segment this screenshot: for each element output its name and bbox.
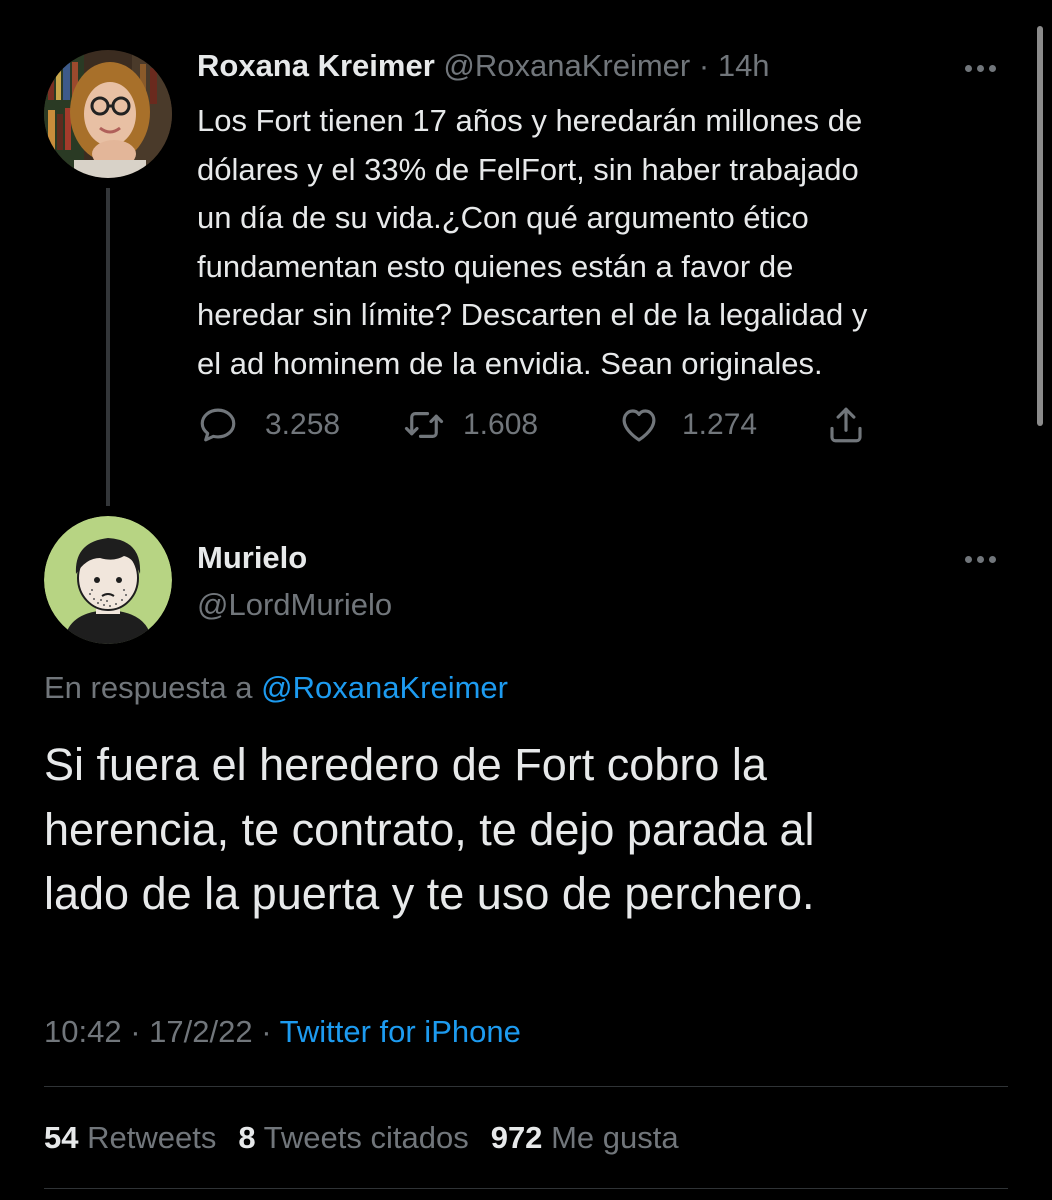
source-link[interactable]: Twitter for iPhone [280,1014,521,1049]
separator: · [698,48,710,83]
handle[interactable]: @RoxanaKreimer [443,48,690,83]
tweet-text-line: heredar sin límite? Descarten el de la l… [197,297,868,332]
tweet-metadata: 10:42 · 17/2/22 · Twitter for iPhone [44,1012,521,1052]
tweet-text-line: Los Fort tienen 17 años y heredarán mill… [197,103,863,138]
separator: · [261,1014,272,1049]
timestamp[interactable]: 10:42 [44,1014,122,1049]
retweet-count: 1.608 [463,408,539,441]
share-button[interactable] [825,402,867,448]
quotes-label: Tweets citados [263,1120,469,1155]
reply-context: En respuesta a @RoxanaKreimer [44,668,508,708]
divider [44,1188,1008,1189]
action-bar: 3.258 1.608 1.274 [197,402,897,448]
tweet-text-line: Si fuera el heredero de Fort cobro la [44,739,767,790]
tweet-text-line: dólares y el 33% de FelFort, sin haber t… [197,151,859,187]
avatar[interactable] [44,50,172,178]
retweet-icon [404,412,444,438]
share-icon [830,407,862,443]
like-icon [622,409,656,442]
likes-count: 972 [490,1120,543,1155]
display-name[interactable]: Murielo [197,538,307,578]
retweets-count: 54 [44,1120,79,1155]
like-button[interactable]: 1.274 [618,402,757,448]
more-icon[interactable] [961,549,1001,569]
engagement-stats: 54 Retweets 8 Tweets citados 972 Me gusta [44,1118,679,1158]
tweet-text: Si fuera el heredero de Fort cobro la he… [44,733,1044,927]
avatar[interactable] [44,516,172,644]
reply-prefix: En respuesta a [44,670,253,705]
tweet-text-line: herencia, te contrato, te dejo parada al [44,803,815,855]
reply-button[interactable]: 3.258 [197,402,340,448]
reply-icon [200,408,236,442]
like-count: 1.274 [682,408,758,441]
thread-line [106,188,110,506]
handle[interactable]: @LordMurielo [197,585,392,625]
retweets-stat[interactable]: 54 Retweets [44,1120,216,1155]
likes-stat[interactable]: 972 Me gusta [491,1120,679,1155]
display-name[interactable]: Roxana Kreimer [197,48,435,83]
quotes-count: 8 [238,1120,256,1155]
likes-label: Me gusta [551,1120,679,1155]
separator: · [130,1014,141,1049]
tweet-text-line: fundamentan esto quienes están a favor d… [197,248,794,284]
reply-handle-link[interactable]: @RoxanaKreimer [261,670,508,705]
quotes-stat[interactable]: 8 Tweets citados [238,1120,468,1155]
scrollbar[interactable] [1037,26,1043,426]
date[interactable]: 17/2/22 [149,1014,252,1049]
tweet-header: Roxana Kreimer @RoxanaKreimer · 14h [197,46,770,86]
retweets-label: Retweets [87,1120,217,1155]
tweet-text-line: el ad hominem de la envidia. Sean origin… [197,345,823,381]
retweet-button[interactable]: 1.608 [403,402,538,448]
reply-count: 3.258 [265,408,341,441]
timestamp[interactable]: 14h [718,48,770,83]
tweet-text: Los Fort tienen 17 años y heredarán mill… [197,97,1037,388]
tweet-text-line: un día de su vida.¿Con qué argumento éti… [197,200,809,235]
more-icon[interactable] [961,58,1001,78]
tweet-text-line: lado de la puerta y te uso de perchero. [44,868,815,919]
divider [44,1086,1008,1087]
